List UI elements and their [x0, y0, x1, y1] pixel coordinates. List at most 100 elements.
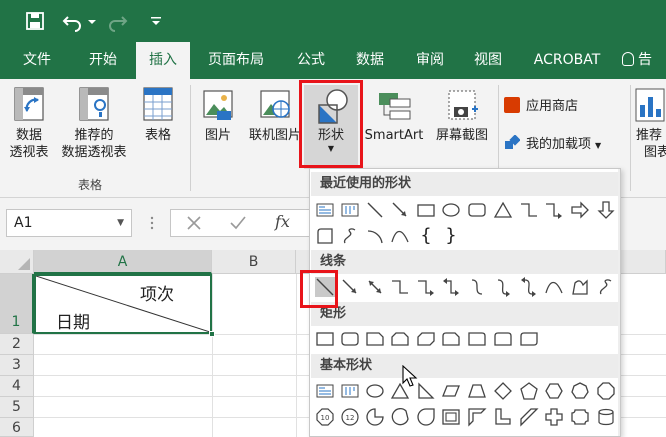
basic-diamond-icon[interactable] [493, 381, 513, 401]
left-brace-shape-icon[interactable]: { [416, 226, 436, 246]
cell-a1[interactable]: 项次 日期 [34, 274, 215, 337]
enter-icon[interactable] [229, 214, 247, 232]
rounded-rectangle-shape-icon[interactable] [467, 200, 487, 220]
rounded-rect-shape-icon[interactable] [340, 329, 360, 349]
tab-page-layout[interactable]: 页面布局 [196, 42, 276, 79]
double-arrow-shape-icon[interactable] [365, 277, 385, 297]
basic-right-triangle-icon[interactable] [416, 381, 436, 401]
round-single-corner-rect-icon[interactable] [467, 329, 487, 349]
basic-plaque-icon[interactable] [570, 407, 590, 427]
undo-dropdown-icon[interactable] [86, 8, 98, 34]
snip-corner-shape-icon[interactable] [315, 226, 335, 246]
smartart-button[interactable]: SmartArt [360, 85, 428, 144]
name-box[interactable]: A1 ▼ [6, 209, 132, 237]
basic-decagon-icon[interactable]: 10 [315, 407, 335, 427]
row-header-2[interactable]: 2 [0, 334, 34, 355]
arc-shape-icon[interactable] [365, 226, 385, 246]
basic-frame-icon[interactable] [441, 407, 461, 427]
online-pictures-button[interactable]: 联机图片 [244, 85, 306, 144]
basic-trapezoid-icon[interactable] [467, 381, 487, 401]
snip-same-side-rect-icon[interactable] [390, 329, 410, 349]
tab-home[interactable]: 开始 [76, 42, 130, 79]
column-header-a[interactable]: A [34, 250, 212, 274]
basic-octagon-icon[interactable] [596, 381, 616, 401]
table-button[interactable]: 表格 [136, 85, 180, 144]
basic-teardrop-icon[interactable] [416, 407, 436, 427]
scribble-shape-icon[interactable] [340, 226, 360, 246]
basic-dodecagon-icon[interactable]: 12 [340, 407, 360, 427]
column-header-b[interactable]: B [212, 250, 296, 274]
curved-double-arrow-icon[interactable] [519, 277, 539, 297]
screenshot-button[interactable]: 屏幕截图 [430, 85, 494, 144]
basic-pie-icon[interactable] [365, 407, 385, 427]
basic-textbox-icon[interactable] [315, 381, 335, 401]
basic-parallelogram-icon[interactable] [441, 381, 461, 401]
down-arrow-shape-icon[interactable] [596, 200, 616, 220]
tab-data[interactable]: 数据 [346, 42, 394, 79]
snip-single-corner-rect-icon[interactable] [365, 329, 385, 349]
app-store-button[interactable]: 应用商店 [504, 97, 622, 115]
recommended-pivot-button[interactable]: 推荐的 数据透视表 [56, 85, 132, 161]
triangle-shape-icon[interactable] [493, 200, 513, 220]
tell-me-box[interactable]: 告 [622, 42, 666, 79]
round-diagonal-rect-icon[interactable] [519, 329, 539, 349]
formula-bar-grip[interactable] [150, 216, 154, 230]
undo-icon[interactable] [60, 8, 86, 34]
select-all-corner[interactable] [0, 250, 34, 274]
picture-button[interactable]: 图片 [196, 85, 240, 144]
basic-pentagon-icon[interactable] [519, 381, 539, 401]
arrow-shape-icon[interactable] [340, 277, 360, 297]
curved-connector-icon[interactable] [467, 277, 487, 297]
tab-file[interactable]: 文件 [10, 42, 64, 79]
basic-hexagon-icon[interactable] [544, 381, 564, 401]
tab-view[interactable]: 视图 [464, 42, 512, 79]
row-header-6[interactable]: 6 [0, 418, 34, 437]
arrow-line-shape-icon[interactable] [390, 200, 410, 220]
tab-formulas[interactable]: 公式 [288, 42, 334, 79]
vertical-textbox-shape-icon[interactable] [340, 200, 360, 220]
basic-chord-icon[interactable] [390, 407, 410, 427]
curve-line-icon[interactable] [544, 277, 564, 297]
elbow-connector-icon[interactable] [390, 277, 410, 297]
row-header-4[interactable]: 4 [0, 376, 34, 397]
elbow-connector-shape-icon[interactable] [519, 200, 539, 220]
basic-vertical-textbox-icon[interactable] [340, 381, 360, 401]
snip-round-rect-icon[interactable] [441, 329, 461, 349]
rectangle-shape-icon[interactable] [416, 200, 436, 220]
basic-half-frame-icon[interactable] [467, 407, 487, 427]
right-brace-shape-icon[interactable]: } [441, 226, 461, 246]
scribble-icon[interactable] [596, 277, 616, 297]
elbow-arrow-icon[interactable] [416, 277, 436, 297]
line-shape-icon[interactable] [365, 200, 385, 220]
basic-oval-icon[interactable] [365, 381, 385, 401]
my-addins-button[interactable]: 我的加载项 ▼ [504, 134, 628, 154]
name-box-dropdown-icon[interactable]: ▼ [117, 210, 124, 236]
snip-diagonal-rect-icon[interactable] [416, 329, 436, 349]
round-same-side-rect-icon[interactable] [493, 329, 513, 349]
freeform-icon[interactable] [570, 277, 590, 297]
tab-review[interactable]: 审阅 [404, 42, 456, 79]
redo-icon[interactable] [104, 8, 130, 34]
oval-shape-icon[interactable] [441, 200, 461, 220]
basic-diagonal-stripe-icon[interactable] [519, 407, 539, 427]
pivot-table-button[interactable]: 数据 透视表 [4, 85, 54, 161]
insert-function-icon[interactable]: fx [275, 212, 290, 231]
tab-acrobat[interactable]: ACROBAT [522, 42, 612, 79]
elbow-double-arrow-icon[interactable] [441, 277, 461, 297]
basic-can-icon[interactable] [596, 407, 616, 427]
elbow-arrow-connector-shape-icon[interactable] [544, 200, 564, 220]
save-icon[interactable] [22, 8, 48, 34]
row-header-1[interactable]: 1 [0, 274, 34, 334]
basic-heptagon-icon[interactable] [570, 381, 590, 401]
row-header-3[interactable]: 3 [0, 355, 34, 376]
fill-handle[interactable] [209, 331, 215, 337]
basic-l-shape-icon[interactable] [493, 407, 513, 427]
gallery-scrollbar[interactable] [618, 169, 620, 436]
textbox-shape-icon[interactable] [315, 200, 335, 220]
right-arrow-shape-icon[interactable] [570, 200, 590, 220]
basic-cross-icon[interactable] [544, 407, 564, 427]
row-header-5[interactable]: 5 [0, 397, 34, 418]
rect-shape-icon[interactable] [315, 329, 335, 349]
cancel-icon[interactable] [185, 214, 203, 232]
curve-shape-icon[interactable] [390, 226, 410, 246]
